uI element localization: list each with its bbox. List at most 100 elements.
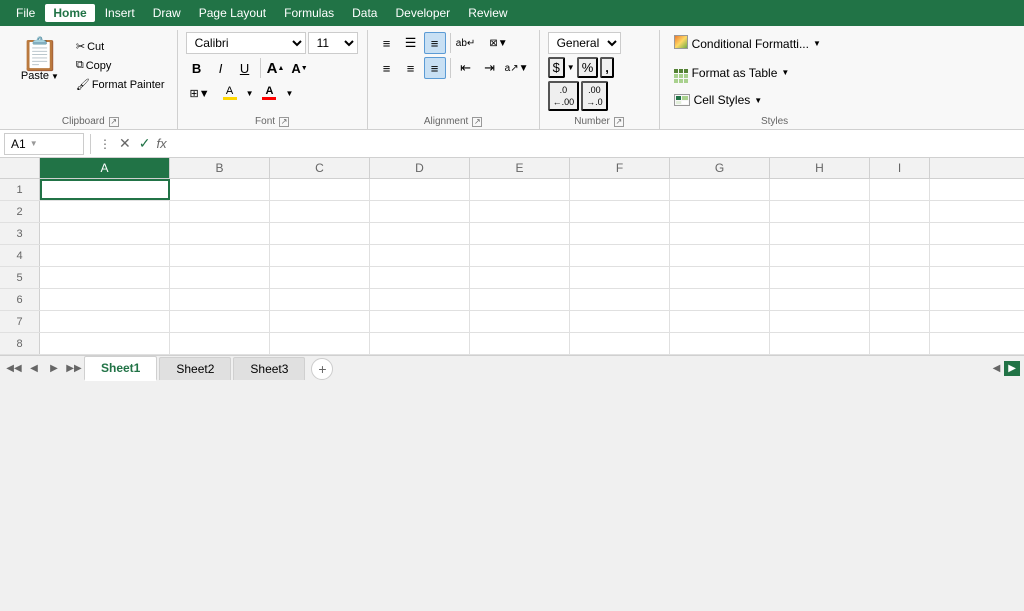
- cell-d2[interactable]: [370, 201, 470, 222]
- decrease-decimal-button[interactable]: .0←.00: [548, 81, 580, 111]
- cell-a5[interactable]: [40, 267, 170, 288]
- align-center-button[interactable]: ≡: [400, 57, 422, 79]
- col-header-a[interactable]: A: [40, 158, 170, 178]
- cell-g7[interactable]: [670, 311, 770, 332]
- sheet-tab-sheet1[interactable]: Sheet1: [84, 356, 157, 381]
- cell-h2[interactable]: [770, 201, 870, 222]
- cell-b8[interactable]: [170, 333, 270, 354]
- cell-h3[interactable]: [770, 223, 870, 244]
- cell-i4[interactable]: [870, 245, 930, 266]
- cell-c7[interactable]: [270, 311, 370, 332]
- fat-dropdown-icon[interactable]: ▼: [781, 68, 789, 77]
- cell-h1[interactable]: [770, 179, 870, 200]
- cell-i1[interactable]: [870, 179, 930, 200]
- currency-button[interactable]: $: [548, 57, 565, 78]
- cell-reference-box[interactable]: A1 ▼: [4, 133, 84, 155]
- cell-c3[interactable]: [270, 223, 370, 244]
- cell-e2[interactable]: [470, 201, 570, 222]
- comma-button[interactable]: ,: [600, 57, 614, 78]
- cell-e8[interactable]: [470, 333, 570, 354]
- bold-button[interactable]: B: [186, 57, 208, 79]
- cell-g6[interactable]: [670, 289, 770, 310]
- font-family-selector[interactable]: Calibri: [186, 32, 306, 54]
- col-header-i[interactable]: I: [870, 158, 930, 178]
- cell-g8[interactable]: [670, 333, 770, 354]
- cell-e3[interactable]: [470, 223, 570, 244]
- cell-d8[interactable]: [370, 333, 470, 354]
- menu-review[interactable]: Review: [460, 4, 515, 22]
- cut-button[interactable]: ✂ Cut: [72, 38, 169, 55]
- cell-i5[interactable]: [870, 267, 930, 288]
- cell-f5[interactable]: [570, 267, 670, 288]
- cell-f4[interactable]: [570, 245, 670, 266]
- cell-a7[interactable]: [40, 311, 170, 332]
- cell-d4[interactable]: [370, 245, 470, 266]
- number-format-selector[interactable]: General: [548, 32, 621, 54]
- cell-b2[interactable]: [170, 201, 270, 222]
- cell-e6[interactable]: [470, 289, 570, 310]
- cell-c4[interactable]: [270, 245, 370, 266]
- cell-d7[interactable]: [370, 311, 470, 332]
- cell-h7[interactable]: [770, 311, 870, 332]
- format-as-table-button[interactable]: Format as Table ▼: [668, 59, 827, 86]
- increase-decimal-button[interactable]: .00→.0: [581, 81, 608, 111]
- menu-insert[interactable]: Insert: [97, 4, 143, 22]
- cell-c5[interactable]: [270, 267, 370, 288]
- sheet-nav-last[interactable]: ▶▶: [64, 359, 84, 379]
- font-color-button[interactable]: A: [255, 82, 283, 104]
- cell-c2[interactable]: [270, 201, 370, 222]
- cf-dropdown-icon[interactable]: ▼: [813, 39, 821, 48]
- col-header-d[interactable]: D: [370, 158, 470, 178]
- decrease-indent-button[interactable]: ⇤: [455, 57, 477, 79]
- sheet-tab-sheet3[interactable]: Sheet3: [233, 357, 305, 380]
- cell-i8[interactable]: [870, 333, 930, 354]
- confirm-formula-icon[interactable]: ✓: [137, 135, 153, 152]
- menu-draw[interactable]: Draw: [145, 4, 189, 22]
- cell-g3[interactable]: [670, 223, 770, 244]
- cell-b7[interactable]: [170, 311, 270, 332]
- cell-b4[interactable]: [170, 245, 270, 266]
- paste-button[interactable]: 📋 Paste ▼: [12, 34, 68, 93]
- fill-color-button[interactable]: A: [216, 82, 244, 104]
- cell-g1[interactable]: [670, 179, 770, 200]
- col-header-f[interactable]: F: [570, 158, 670, 178]
- col-header-b[interactable]: B: [170, 158, 270, 178]
- col-header-g[interactable]: G: [670, 158, 770, 178]
- cell-c6[interactable]: [270, 289, 370, 310]
- cell-e4[interactable]: [470, 245, 570, 266]
- font-dialog-launcher[interactable]: ↗: [279, 117, 289, 127]
- cell-f7[interactable]: [570, 311, 670, 332]
- increase-indent-button[interactable]: ⇥: [479, 57, 501, 79]
- conditional-formatting-button[interactable]: Conditional Formatti... ▼: [668, 32, 827, 55]
- number-dialog-launcher[interactable]: ↗: [614, 117, 624, 127]
- cell-h5[interactable]: [770, 267, 870, 288]
- sheet-nav-first[interactable]: ◀◀: [4, 359, 24, 379]
- cell-a4[interactable]: [40, 245, 170, 266]
- cell-h4[interactable]: [770, 245, 870, 266]
- menu-file[interactable]: File: [8, 4, 43, 22]
- cell-d3[interactable]: [370, 223, 470, 244]
- col-header-c[interactable]: C: [270, 158, 370, 178]
- add-sheet-button[interactable]: +: [311, 358, 333, 380]
- orientation-button[interactable]: a↗▼: [503, 57, 531, 79]
- cell-a2[interactable]: [40, 201, 170, 222]
- merge-center-button[interactable]: ⊠▼: [479, 32, 519, 54]
- cell-g4[interactable]: [670, 245, 770, 266]
- cell-f2[interactable]: [570, 201, 670, 222]
- underline-button[interactable]: U: [234, 57, 256, 79]
- cell-f1[interactable]: [570, 179, 670, 200]
- cell-a6[interactable]: [40, 289, 170, 310]
- cell-i2[interactable]: [870, 201, 930, 222]
- cell-c8[interactable]: [270, 333, 370, 354]
- cell-g5[interactable]: [670, 267, 770, 288]
- cell-b3[interactable]: [170, 223, 270, 244]
- alignment-dialog-launcher[interactable]: ↗: [472, 117, 482, 127]
- cell-g2[interactable]: [670, 201, 770, 222]
- borders-button[interactable]: ⊞▼: [186, 82, 214, 104]
- menu-formulas[interactable]: Formulas: [276, 4, 342, 22]
- cell-i7[interactable]: [870, 311, 930, 332]
- cell-h6[interactable]: [770, 289, 870, 310]
- cell-e5[interactable]: [470, 267, 570, 288]
- cell-a1[interactable]: [40, 179, 170, 200]
- currency-dropdown[interactable]: ▼: [567, 63, 575, 72]
